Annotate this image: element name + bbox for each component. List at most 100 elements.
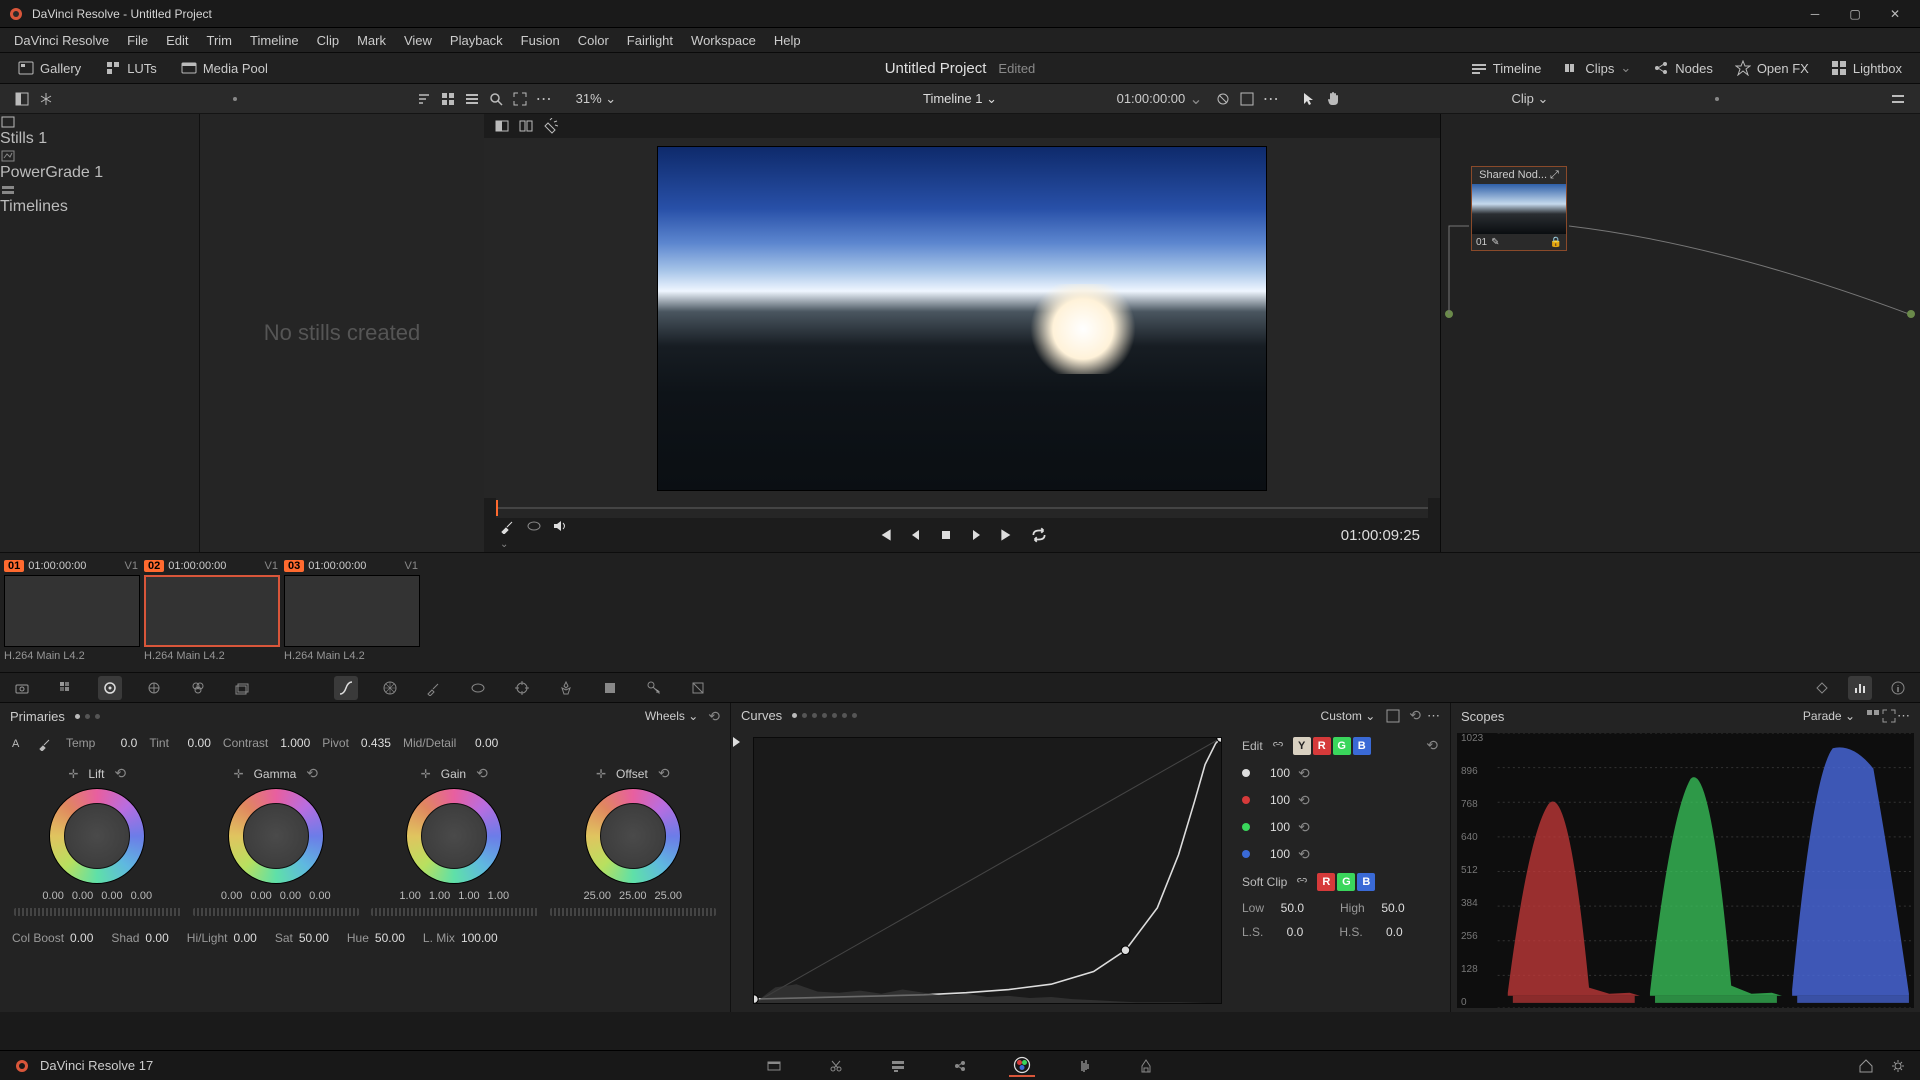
- timeline-name-dropdown[interactable]: Timeline 1 ⌄: [923, 91, 997, 107]
- wheel-value[interactable]: 0.00: [72, 890, 93, 902]
- pivot-value[interactable]: 0.435: [355, 736, 391, 750]
- gamma-wheel[interactable]: [228, 788, 324, 884]
- gain-wheel[interactable]: [406, 788, 502, 884]
- key-tab[interactable]: [642, 676, 666, 700]
- wheel-reset[interactable]: ⟲: [306, 765, 318, 782]
- scopes-more-button[interactable]: ⋯: [1897, 708, 1910, 724]
- link-channels-button[interactable]: [1271, 739, 1285, 753]
- sc-ls-value[interactable]: 0.0: [1271, 925, 1303, 939]
- primaries-tab[interactable]: [98, 676, 122, 700]
- timeline-toggle[interactable]: Timeline: [1463, 57, 1550, 79]
- sc-link-button[interactable]: [1295, 875, 1309, 889]
- curves-reset-button[interactable]: ⟲: [1409, 707, 1421, 724]
- wheel-adjust-icon[interactable]: ✛: [234, 767, 244, 781]
- wheel-value[interactable]: 25.00: [655, 890, 683, 902]
- highlight-button[interactable]: [542, 118, 558, 134]
- corrector-node[interactable]: Shared Nod... ⤢ 01✎🔒: [1471, 166, 1567, 251]
- deliver-page-tab[interactable]: [1133, 1055, 1159, 1077]
- auto-balance-button[interactable]: A: [10, 735, 26, 751]
- curves-plot[interactable]: [753, 737, 1222, 1004]
- image-wipe-button[interactable]: [494, 118, 510, 134]
- edit-page-tab[interactable]: [885, 1055, 911, 1077]
- reset-r[interactable]: ⟲: [1298, 792, 1310, 809]
- gallery-stills[interactable]: Stills 1: [0, 114, 199, 148]
- curves-more-button[interactable]: ⋯: [1427, 708, 1440, 724]
- play-button[interactable]: [968, 527, 984, 543]
- offset-wheel[interactable]: [585, 788, 681, 884]
- gallery-timelines[interactable]: Timelines: [0, 182, 199, 216]
- colboost-value[interactable]: 0.00: [70, 931, 93, 945]
- middetail-value[interactable]: 0.00: [462, 736, 498, 750]
- camera-raw-tab[interactable]: [10, 676, 34, 700]
- wheel-value[interactable]: 0.00: [250, 890, 271, 902]
- goto-last-button[interactable]: [998, 526, 1016, 544]
- magic-mask-tab[interactable]: [554, 676, 578, 700]
- offset-master[interactable]: [550, 908, 717, 916]
- minimize-button[interactable]: ─: [1798, 4, 1832, 24]
- shad-value[interactable]: 0.00: [145, 931, 168, 945]
- curves-tab[interactable]: [334, 676, 358, 700]
- scopes-mode[interactable]: Parade ⌄: [1803, 709, 1855, 723]
- menu-item[interactable]: Fusion: [513, 31, 568, 50]
- curves-mode[interactable]: Custom ⌄: [1321, 709, 1376, 723]
- wheel-adjust-icon[interactable]: ✛: [421, 767, 431, 781]
- nodes-toggle[interactable]: Nodes: [1645, 57, 1721, 79]
- thumb-view-button[interactable]: [438, 89, 458, 109]
- sc-r-button[interactable]: R: [1317, 873, 1335, 891]
- wheel-adjust-icon[interactable]: ✛: [68, 767, 78, 781]
- wheel-reset[interactable]: ⟲: [114, 765, 126, 782]
- lmix-value[interactable]: 100.00: [461, 931, 498, 945]
- node-options-button[interactable]: [1888, 89, 1908, 109]
- gallery-toggle[interactable]: Gallery: [10, 57, 89, 79]
- list-view-button[interactable]: [462, 89, 482, 109]
- wheel-value[interactable]: 0.00: [101, 890, 122, 902]
- reset-y[interactable]: ⟲: [1298, 765, 1310, 782]
- gain-r-value[interactable]: 100: [1258, 793, 1290, 807]
- keyframe-tab[interactable]: [1810, 676, 1834, 700]
- rgb-mixer-tab[interactable]: [186, 676, 210, 700]
- more-button[interactable]: ⋯: [534, 89, 554, 109]
- unmix-button[interactable]: [526, 518, 542, 552]
- info-tab[interactable]: [1886, 676, 1910, 700]
- menu-item[interactable]: DaVinci Resolve: [6, 31, 117, 50]
- edit-reset-button[interactable]: ⟲: [1426, 737, 1438, 754]
- sort-button[interactable]: [414, 89, 434, 109]
- gallery-powergrade[interactable]: PowerGrade 1: [0, 148, 199, 182]
- wheel-reset[interactable]: ⟲: [658, 765, 670, 782]
- openfx-toggle[interactable]: Open FX: [1727, 57, 1817, 79]
- menu-item[interactable]: Color: [570, 31, 617, 50]
- menu-item[interactable]: Clip: [309, 31, 347, 50]
- wheel-adjust-icon[interactable]: ✛: [596, 767, 606, 781]
- menu-item[interactable]: Mark: [349, 31, 394, 50]
- channel-b-button[interactable]: B: [1353, 737, 1371, 755]
- lift-wheel[interactable]: [49, 788, 145, 884]
- channel-r-button[interactable]: R: [1313, 737, 1331, 755]
- stop-button[interactable]: [938, 527, 954, 543]
- timecode-in[interactable]: 01:00:00:00: [1117, 91, 1186, 106]
- color-page-tab[interactable]: [1009, 1055, 1035, 1077]
- close-button[interactable]: ✕: [1878, 4, 1912, 24]
- wheel-value[interactable]: 1.00: [399, 890, 420, 902]
- menu-item[interactable]: Trim: [199, 31, 241, 50]
- wheel-value[interactable]: 0.00: [309, 890, 330, 902]
- menu-item[interactable]: Fairlight: [619, 31, 681, 50]
- contrast-value[interactable]: 1.000: [274, 736, 310, 750]
- wheel-value[interactable]: 1.00: [488, 890, 509, 902]
- temp-value[interactable]: 0.0: [101, 736, 137, 750]
- viewer-more-button[interactable]: ⋯: [1261, 89, 1281, 109]
- sc-b-button[interactable]: B: [1357, 873, 1375, 891]
- menu-item[interactable]: Edit: [158, 31, 196, 50]
- viewer-image[interactable]: [657, 146, 1267, 491]
- wheel-value[interactable]: 0.00: [221, 890, 242, 902]
- pan-tool[interactable]: [1323, 89, 1343, 109]
- mute-button[interactable]: [552, 518, 568, 552]
- clip-scope-dropdown[interactable]: Clip ⌄: [1512, 91, 1549, 107]
- expand-button[interactable]: [510, 89, 530, 109]
- gain-y-value[interactable]: 100: [1258, 766, 1290, 780]
- home-button[interactable]: [1858, 1058, 1874, 1074]
- luts-toggle[interactable]: LUTs: [97, 57, 165, 79]
- qualifier-tab[interactable]: [422, 676, 446, 700]
- wheel-reset[interactable]: ⟲: [476, 765, 488, 782]
- wheel-value[interactable]: 0.00: [42, 890, 63, 902]
- curve-histogram-handle-top[interactable]: [733, 737, 740, 747]
